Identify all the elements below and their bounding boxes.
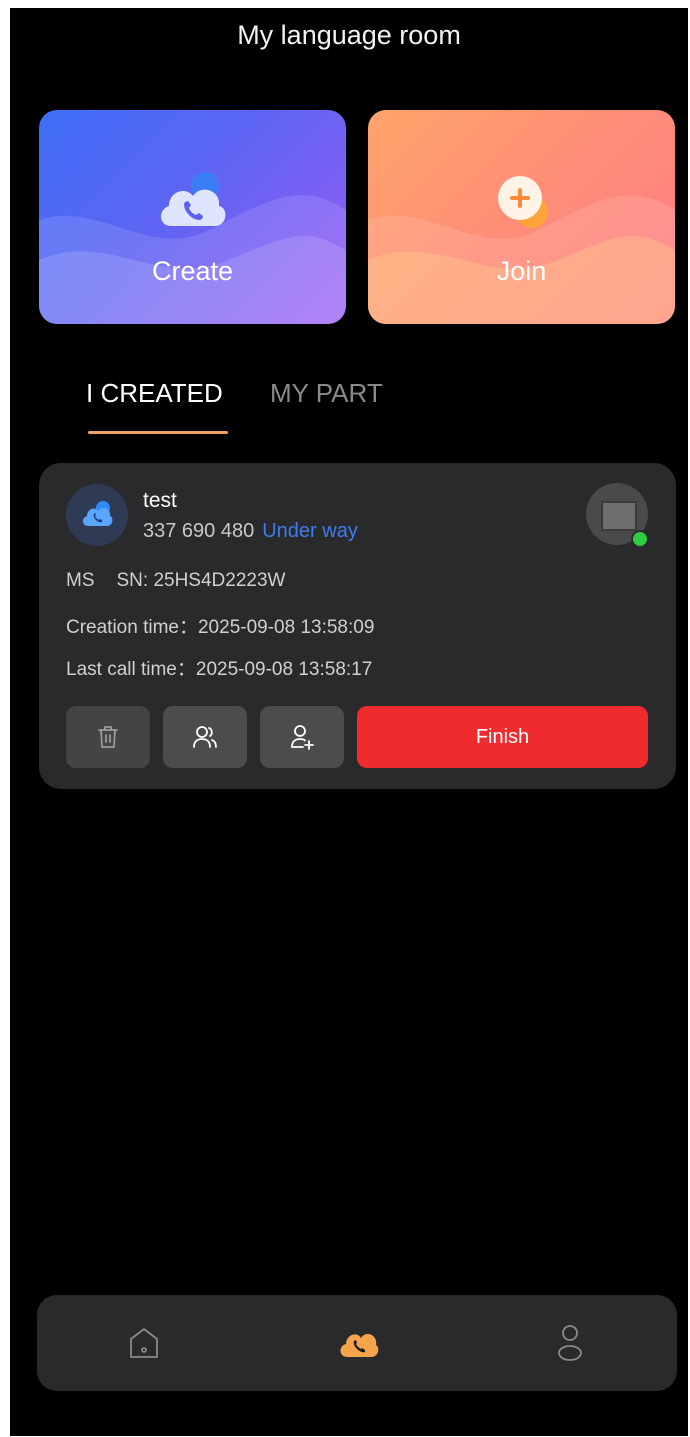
- call-cloud-icon: [340, 1334, 379, 1357]
- nav-home[interactable]: [127, 1325, 161, 1366]
- app-screen: My language room Create Join I CREATED M…: [10, 8, 688, 1436]
- active-tab-indicator: [88, 431, 228, 434]
- delete-room-button[interactable]: [66, 706, 150, 768]
- create-room-card[interactable]: Create: [39, 110, 346, 324]
- tab-i-created[interactable]: I CREATED: [86, 378, 223, 409]
- room-name: test: [143, 489, 177, 512]
- add-participant-button[interactable]: [260, 706, 344, 768]
- join-room-card[interactable]: Join: [368, 110, 675, 324]
- room-number: 337 690 480: [143, 520, 255, 542]
- add-user-icon: [291, 725, 314, 750]
- room-status: Under way: [262, 520, 358, 542]
- room-card[interactable]: test 337 690 480 Under way MS SN: 25HS4D22…: [39, 463, 676, 789]
- home-icon: [130, 1328, 158, 1358]
- nav-profile[interactable]: [555, 1323, 585, 1368]
- users-icon: [193, 726, 217, 748]
- last-call-time: Last call time：2025-09-08 13:58:17: [66, 659, 373, 680]
- room-number-line: 337 690 480 Under way: [143, 520, 358, 543]
- online-status-dot: [631, 530, 649, 548]
- members-button[interactable]: [163, 706, 247, 768]
- trash-icon: [98, 726, 118, 748]
- room-avatar: [66, 484, 128, 546]
- serial-number: SN: 25HS4D2223W: [116, 570, 286, 591]
- tab-my-part[interactable]: MY PART: [270, 378, 383, 409]
- ms-label: MS: [66, 570, 95, 591]
- profile-icon: [558, 1325, 582, 1361]
- cloud-phone-icon: [82, 501, 113, 526]
- create-label: Create: [151, 256, 234, 286]
- bottom-navigation: [37, 1295, 677, 1391]
- page-title: My language room: [237, 20, 461, 50]
- nav-calls[interactable]: [337, 1327, 379, 1364]
- creation-time: Creation time：2025-09-08 13:58:09: [66, 617, 375, 638]
- device-screen-icon: [601, 501, 637, 531]
- join-label: Join: [496, 256, 547, 286]
- cloud-phone-icon: [153, 168, 233, 238]
- finish-button[interactable]: Finish: [357, 706, 648, 768]
- device-serial-line: MS SN: 25HS4D2223W: [66, 570, 285, 592]
- plus-bubble-icon: [482, 168, 562, 238]
